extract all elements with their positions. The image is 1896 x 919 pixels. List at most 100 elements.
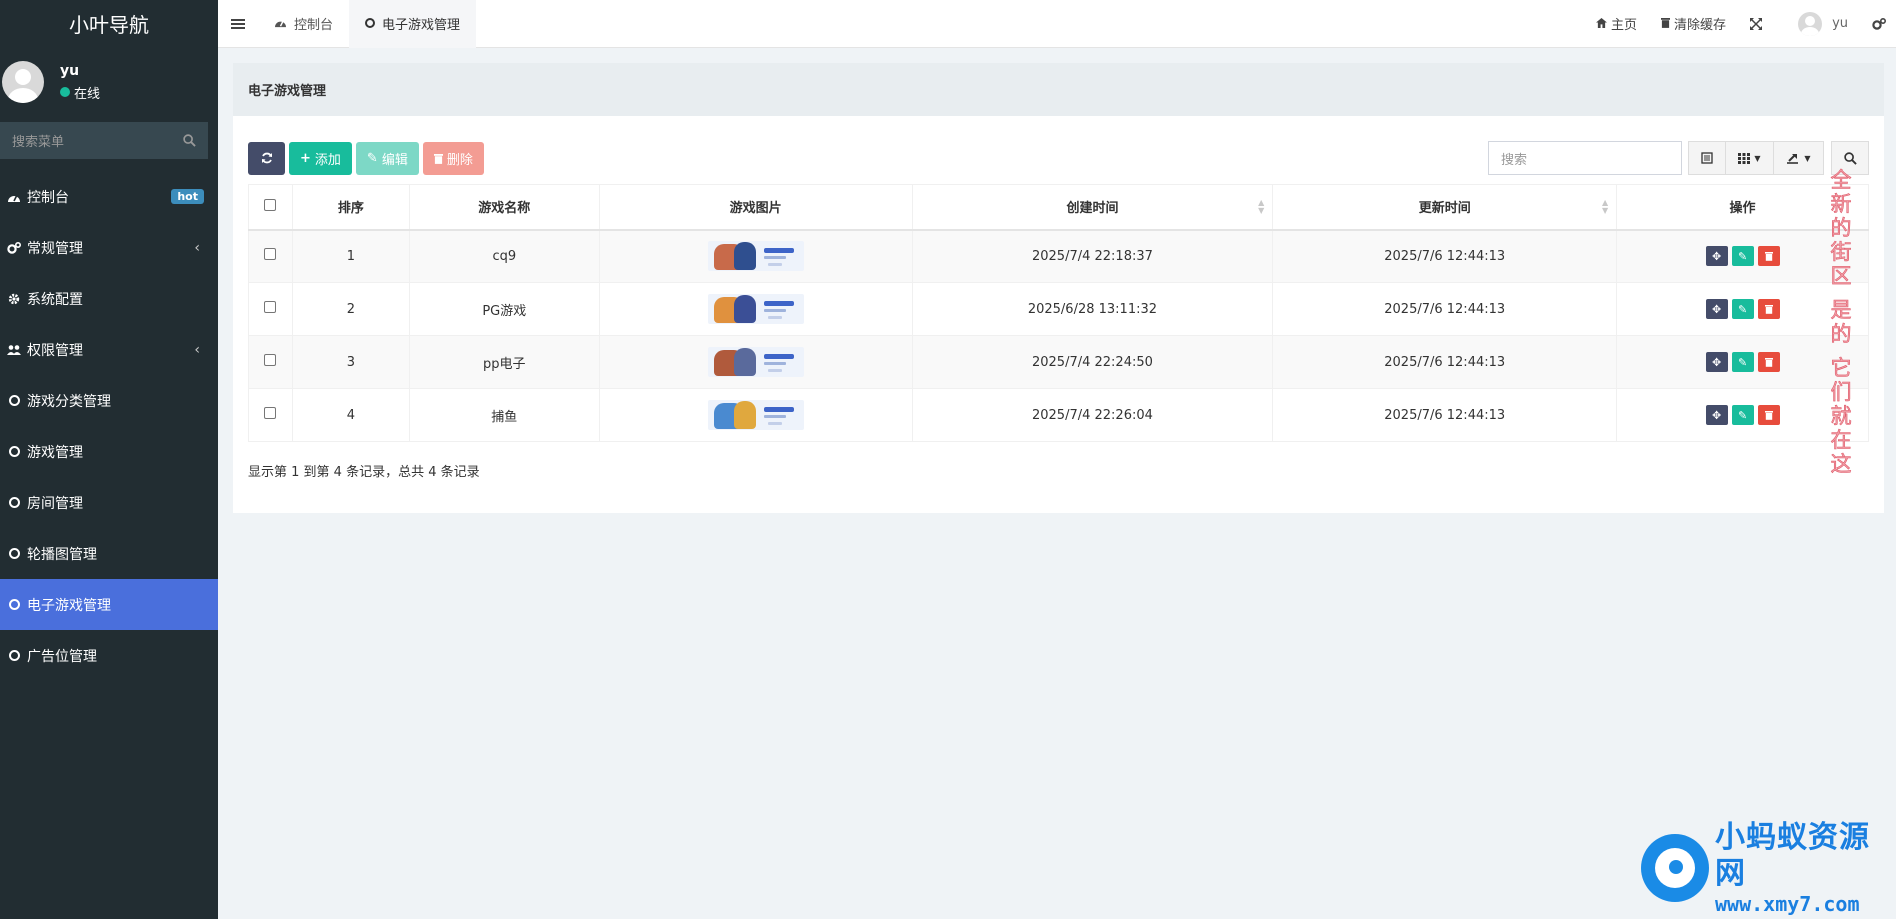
search-icon[interactable] — [183, 134, 196, 147]
sidebar-item-room[interactable]: 房间管理 — [0, 477, 218, 528]
game-thumbnail[interactable] — [707, 294, 804, 324]
sidebar-menu: 控制台 hot 常规管理 ‹ 系统配置 权限管理 ‹ 游戏分类管理 游戏管理 房… — [0, 171, 218, 681]
move-button[interactable]: ✥ — [1705, 299, 1728, 319]
menu-search-placeholder: 搜索菜单 — [12, 135, 65, 150]
clear-cache-button[interactable]: 清除缓存 — [1649, 14, 1738, 33]
user-panel: yu 在线 — [0, 46, 218, 118]
toggle-view-button[interactable] — [1688, 141, 1726, 175]
watermark-logo-icon — [1641, 834, 1709, 902]
sidebar-item-egame[interactable]: 电子游戏管理 — [0, 579, 218, 630]
column-header-order[interactable]: 排序 — [291, 184, 410, 231]
header-username: yu — [1832, 16, 1848, 31]
cell-created: 2025/7/4 22:26:04 — [911, 388, 1274, 442]
search-icon — [1843, 151, 1857, 165]
chevron-left-icon: ‹ — [194, 341, 200, 358]
vertical-text-char: 的 — [1830, 322, 1852, 347]
sidebar: 小叶导航 yu 在线 搜索菜单 控制台 hot 常规管理 ‹ 系统配置 权限管理… — [0, 0, 218, 919]
row-checkbox[interactable] — [264, 301, 277, 313]
clear-cache-label: 清除缓存 — [1674, 18, 1727, 33]
pagination-info: 显示第 1 到第 4 条记录，总共 4 条记录 — [248, 465, 480, 480]
row-delete-button[interactable] — [1757, 299, 1780, 319]
sidebar-item-label: 轮播图管理 — [27, 546, 97, 563]
app-logo[interactable]: 小叶导航 — [0, 0, 218, 46]
move-button[interactable]: ✥ — [1705, 352, 1728, 372]
columns-button[interactable]: ▼ — [1726, 141, 1774, 175]
column-header-updated[interactable]: 更新时间 ▲ ▼ — [1272, 184, 1618, 231]
vertical-text-char: 就 — [1830, 404, 1852, 429]
search-placeholder: 搜索 — [1501, 152, 1528, 168]
vertical-text-char — [1829, 288, 1853, 298]
move-button[interactable]: ✥ — [1705, 405, 1728, 425]
row-delete-button[interactable] — [1757, 246, 1780, 267]
cell-created: 2025/7/4 22:18:37 — [911, 229, 1274, 283]
tab-dashboard[interactable]: 控制台 — [258, 0, 349, 48]
column-header-name[interactable]: 游戏名称 — [408, 184, 600, 231]
refresh-button[interactable] — [248, 141, 285, 175]
circle-icon — [8, 497, 20, 508]
game-thumbnail[interactable] — [707, 400, 804, 430]
circle-icon — [8, 650, 20, 661]
game-thumbnail[interactable] — [707, 241, 804, 272]
content-panel: 电子游戏管理 + 添加 ✎ 编辑 删除 搜索 ▼ ▼ 排序 游戏名称 游戏图片 … — [233, 63, 1884, 513]
fullscreen-icon[interactable] — [1738, 17, 1774, 30]
sidebar-item-permissions[interactable]: 权限管理 ‹ — [0, 324, 218, 375]
settings-cogs-icon[interactable] — [1860, 17, 1896, 30]
sidebar-item-system-config[interactable]: 系统配置 — [0, 273, 218, 324]
row-edit-button[interactable]: ✎ — [1731, 246, 1754, 267]
row-delete-button[interactable] — [1757, 405, 1780, 425]
cell-created: 2025/7/4 22:24:50 — [911, 335, 1274, 389]
column-header-created[interactable]: 创建时间 ▲ ▼ — [911, 184, 1274, 231]
sidebar-item-label: 系统配置 — [27, 291, 83, 308]
menu-toggle-icon[interactable] — [218, 18, 258, 30]
sidebar-item-ad-slot[interactable]: 广告位管理 — [0, 630, 218, 681]
tab-egame[interactable]: 电子游戏管理 — [349, 0, 477, 48]
watermark: 小蚂蚁资源网 www.xmy7.com — [1641, 820, 1891, 916]
row-edit-button[interactable]: ✎ — [1731, 299, 1754, 319]
trash-icon — [433, 153, 443, 164]
circle-icon — [8, 446, 20, 457]
row-edit-button[interactable]: ✎ — [1731, 405, 1754, 425]
sidebar-item-general[interactable]: 常规管理 ‹ — [0, 222, 218, 273]
row-checkbox[interactable] — [264, 248, 277, 261]
plus-icon: + — [300, 150, 311, 166]
select-all-checkbox[interactable] — [264, 198, 277, 211]
row-checkbox[interactable] — [264, 354, 277, 366]
sidebar-item-dashboard[interactable]: 控制台 hot — [0, 171, 218, 222]
row-delete-button[interactable] — [1757, 352, 1780, 372]
cell-order: 1 — [291, 229, 410, 283]
vertical-text-char: 的 — [1830, 216, 1852, 241]
vertical-text-char — [1829, 346, 1853, 356]
pencil-icon: ✎ — [366, 150, 378, 166]
user-menu[interactable]: yu — [1774, 11, 1860, 36]
sidebar-item-game-category[interactable]: 游戏分类管理 — [0, 375, 218, 426]
menu-search-input[interactable]: 搜索菜单 — [0, 122, 208, 159]
cell-order: 4 — [291, 388, 410, 442]
caret-down-icon: ▼ — [1754, 153, 1761, 163]
sidebar-item-carousel[interactable]: 轮播图管理 — [0, 528, 218, 579]
edit-button[interactable]: ✎ 编辑 — [355, 141, 419, 175]
cell-name: PG游戏 — [408, 282, 600, 336]
home-icon — [1596, 17, 1607, 31]
user-status: 在线 — [60, 83, 100, 102]
user-name: yu — [60, 62, 80, 79]
add-button[interactable]: + 添加 — [289, 141, 352, 175]
cell-updated: 2025/7/6 12:44:13 — [1272, 335, 1618, 389]
game-thumbnail[interactable] — [707, 347, 804, 377]
row-checkbox[interactable] — [264, 407, 277, 419]
export-button[interactable]: ▼ — [1774, 141, 1824, 175]
vertical-text-char: 区 — [1830, 264, 1852, 289]
trash-icon — [1764, 411, 1773, 420]
vertical-overlay-text: 全新的街区 是的 它们就在这 — [1829, 168, 1853, 477]
row-edit-button[interactable]: ✎ — [1731, 352, 1754, 372]
cell-name: cq9 — [408, 229, 600, 283]
table-search-input[interactable]: 搜索 — [1488, 141, 1682, 175]
delete-button[interactable]: 删除 — [422, 141, 484, 175]
circle-icon — [365, 17, 376, 28]
home-link[interactable]: 主页 — [1584, 14, 1649, 33]
add-label: 添加 — [314, 152, 341, 168]
data-table: 排序 游戏名称 游戏图片 创建时间 ▲ ▼ 更新时间 ▲ ▼ 操作 1 cq9 2025… — [248, 184, 1869, 442]
move-button[interactable]: ✥ — [1705, 246, 1728, 267]
column-header-label: 创建时间 — [1066, 201, 1119, 217]
sidebar-item-game[interactable]: 游戏管理 — [0, 426, 218, 477]
select-all-cell — [248, 184, 293, 231]
